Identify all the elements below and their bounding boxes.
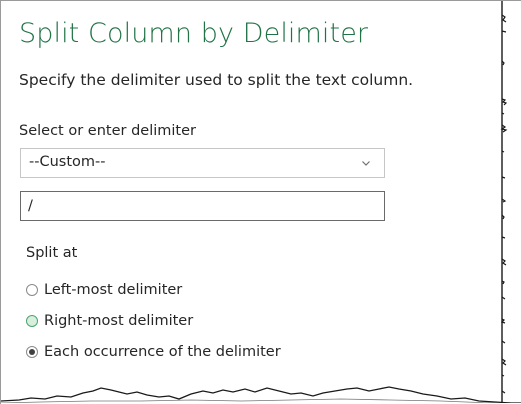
custom-delimiter-input[interactable] — [20, 191, 385, 221]
radio-left-most-delimiter[interactable]: Left-most delimiter — [26, 279, 182, 301]
delimiter-select-label: Select or enter delimiter — [19, 123, 196, 139]
delimiter-dropdown-value: --Custom-- — [29, 154, 106, 170]
chevron-down-icon — [362, 161, 370, 166]
radio-button[interactable] — [26, 346, 38, 358]
split-at-label: Split at — [26, 245, 78, 261]
radio-label: Right-most delimiter — [44, 313, 194, 329]
dialog-description: Specify the delimiter used to split the … — [19, 71, 414, 89]
radio-right-most-delimiter[interactable]: Right-most delimiter — [26, 310, 193, 332]
dialog-title: Split Column by Delimiter — [19, 18, 369, 49]
delimiter-dropdown[interactable]: --Custom-- — [20, 148, 385, 178]
radio-label: Each occurrence of the delimiter — [44, 344, 281, 360]
radio-each-occurrence[interactable]: Each occurrence of the delimiter — [26, 341, 281, 363]
radio-button[interactable] — [26, 315, 38, 327]
split-column-dialog: Split Column by Delimiter Specify the de… — [0, 0, 521, 404]
radio-label: Left-most delimiter — [44, 282, 183, 298]
torn-bottom-edge — [1, 386, 521, 404]
torn-right-edge — [500, 1, 508, 404]
radio-button[interactable] — [26, 284, 38, 296]
